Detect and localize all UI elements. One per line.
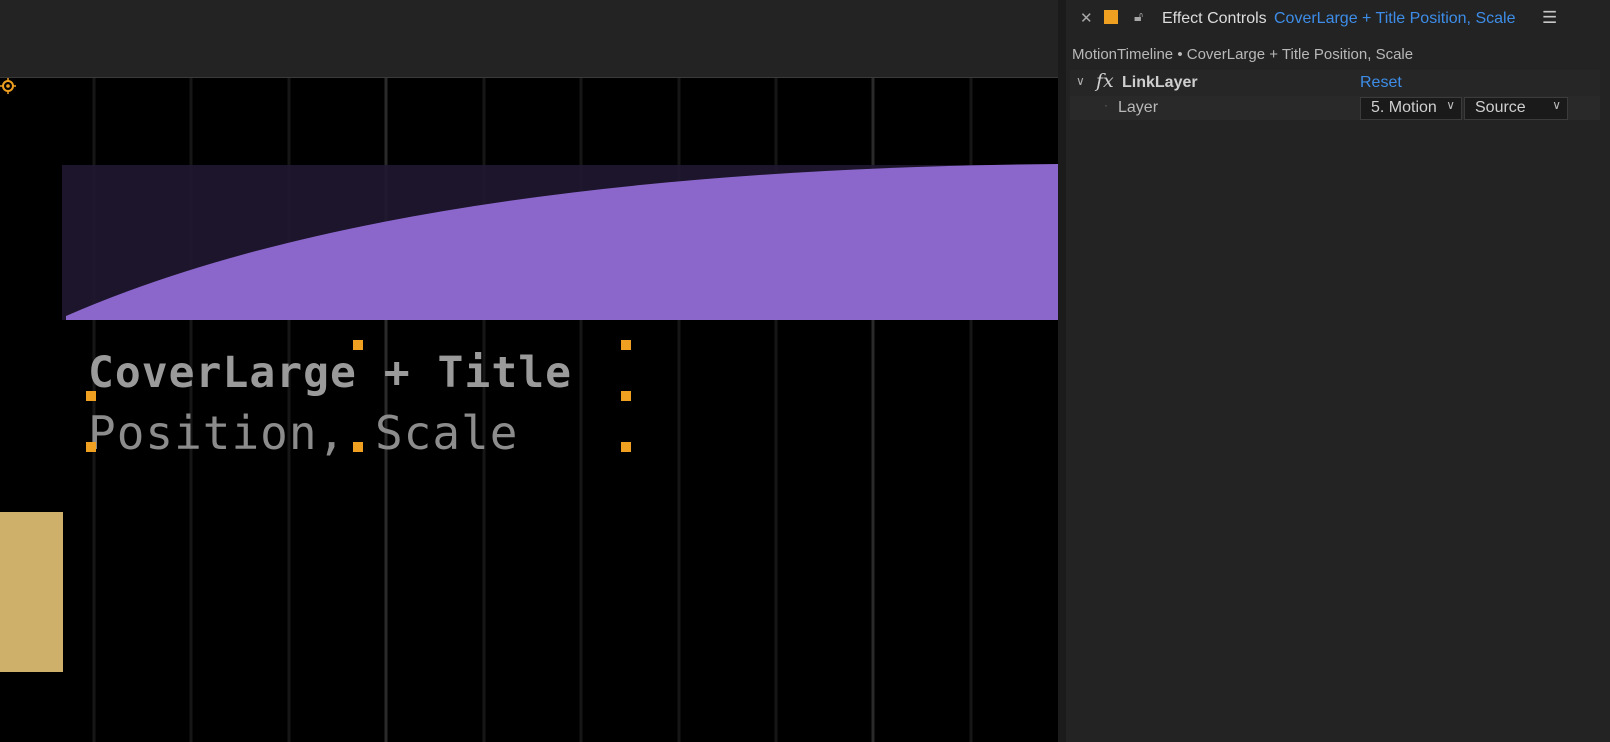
transform-handle[interactable] (621, 340, 631, 350)
property-row-layer: · Layer 5. Motion ∨ Source ∨ (1070, 96, 1600, 120)
reset-button[interactable]: Reset (1360, 74, 1402, 92)
anchor-point-icon[interactable] (0, 78, 16, 94)
transform-handle[interactable] (86, 442, 96, 452)
transform-handle[interactable] (621, 442, 631, 452)
panel-tab-bar: ✕ 🔓︎ Effect Controls CoverLarge + Title … (1066, 0, 1610, 40)
transform-handle[interactable] (86, 391, 96, 401)
menu-icon[interactable]: ☰ (1542, 8, 1557, 28)
chevron-down-icon: ∨ (1446, 98, 1455, 112)
layer-dropdown[interactable]: 5. Motion ∨ (1360, 97, 1462, 120)
property-indicator: · (1104, 98, 1108, 112)
close-icon[interactable]: ✕ (1080, 9, 1093, 27)
viewer-toolbar-area (0, 0, 1058, 78)
effect-name: LinkLayer (1122, 74, 1198, 91)
panel-title[interactable]: Effect Controls (1162, 10, 1267, 28)
panel-comp-name[interactable]: CoverLarge + Title Position, Scale (1274, 10, 1515, 28)
chevron-down-icon[interactable]: ∨ (1076, 74, 1085, 88)
source-dropdown[interactable]: Source ∨ (1464, 97, 1568, 120)
breadcrumb: MotionTimeline • CoverLarge + Title Posi… (1072, 46, 1414, 63)
chevron-down-icon: ∨ (1552, 98, 1561, 112)
label-color-swatch[interactable] (1104, 10, 1118, 24)
layer-dropdown-value: 5. Motion (1371, 99, 1437, 116)
transform-handle[interactable] (353, 442, 363, 452)
panel-divider[interactable] (1058, 0, 1066, 742)
transform-handle[interactable] (621, 391, 631, 401)
composition-viewer[interactable]: CoverLarge + Title Position, Scale (0, 78, 1058, 742)
transform-handle[interactable] (353, 340, 363, 350)
tan-layer-block[interactable] (0, 512, 63, 672)
property-name: Layer (1118, 99, 1159, 116)
effect-controls-panel: ✕ 🔓︎ Effect Controls CoverLarge + Title … (1066, 0, 1610, 742)
fx-icon[interactable]: fx (1096, 70, 1114, 92)
title-text-line2[interactable]: Position, Scale (88, 406, 518, 460)
lock-icon[interactable]: 🔓︎ (1134, 8, 1143, 25)
title-text-line1[interactable]: CoverLarge + Title (88, 348, 572, 398)
effect-row-linklayer[interactable]: ∨ fx LinkLayer Reset (1070, 70, 1600, 97)
source-dropdown-value: Source (1475, 99, 1526, 116)
